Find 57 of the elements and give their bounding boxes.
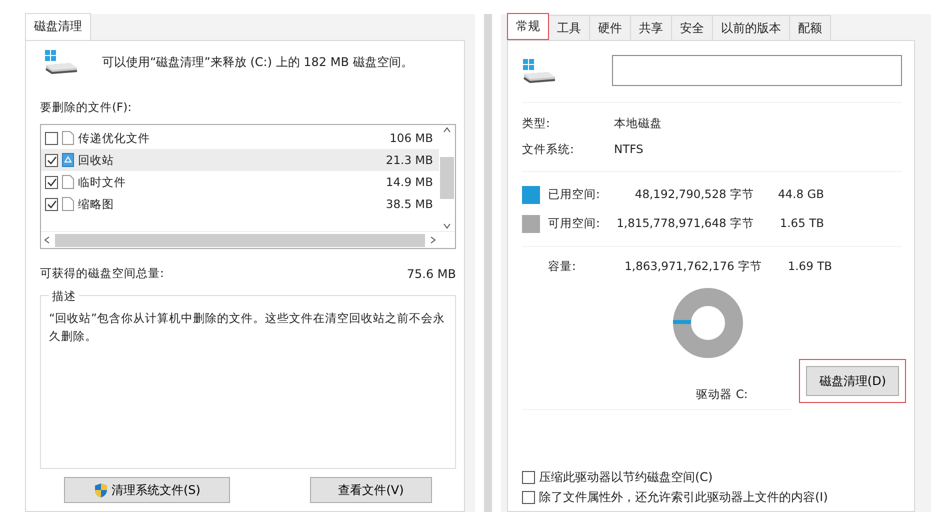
- space-bytes: 48,192,790,528 字节: [634, 186, 754, 203]
- tab[interactable]: 磁盘清理: [25, 13, 91, 40]
- capacity-bytes: 1,863,971,762,176 字节: [624, 258, 762, 276]
- file-size: 38.5 MB: [386, 196, 433, 213]
- list-row[interactable]: 回收站 21.3 MB: [41, 149, 439, 172]
- file-size: 14.9 MB: [386, 174, 433, 191]
- tab[interactable]: 常规: [507, 13, 549, 40]
- total-label: 可获得的磁盘空间总量:: [40, 265, 164, 282]
- checkbox[interactable]: [45, 132, 58, 145]
- field-label: 类型:: [522, 115, 551, 132]
- checkbox[interactable]: [45, 154, 58, 167]
- file-size: 21.3 MB: [386, 152, 433, 169]
- drive-icon: [44, 49, 78, 75]
- drive-label: 驱动器 C:: [695, 386, 749, 403]
- file-icon: [62, 175, 74, 190]
- file-icon: [62, 197, 74, 212]
- capacity-label: 容量:: [547, 258, 577, 276]
- capacity-size: 1.69 TB: [786, 258, 832, 276]
- file-name: 临时文件: [78, 174, 127, 191]
- checkbox[interactable]: [522, 490, 535, 504]
- intro-text: 可以使用“磁盘清理”来释放 (C:) 上的 182 MB 磁盘空间。: [102, 54, 413, 71]
- checkbox[interactable]: [45, 198, 58, 211]
- checkbox[interactable]: [522, 470, 535, 484]
- scroll-down-icon[interactable]: [442, 221, 452, 232]
- scrollbar[interactable]: [41, 231, 455, 248]
- field-value: 本地磁盘: [614, 115, 662, 132]
- field-value: NTFS: [614, 141, 644, 158]
- donut-drawing: [672, 287, 744, 359]
- description-text: “回收站”包含你从计算机中删除的文件。这些文件在清空回收站之前不会永久删除。: [49, 310, 446, 344]
- scrollbar[interactable]: [439, 125, 455, 232]
- file-name: 回收站: [78, 152, 115, 169]
- space-size: 44.8 GB: [776, 186, 824, 203]
- files-label: 要删除的文件(F):: [40, 99, 132, 116]
- file-name: 缩略图: [78, 196, 115, 213]
- option-label: 压缩此驱动器以节约磁盘空间(C): [539, 469, 713, 486]
- tab[interactable]: 配额: [789, 15, 831, 40]
- checkbox[interactable]: [45, 176, 58, 189]
- recycle-bin-icon: [62, 153, 74, 168]
- list-row[interactable]: 临时文件 14.9 MB: [41, 171, 439, 194]
- button[interactable]: 清理系统文件(S): [64, 477, 230, 503]
- shield-icon: [94, 482, 108, 498]
- button[interactable]: 查看文件(V): [310, 477, 432, 503]
- field-label: 文件系统:: [522, 141, 575, 158]
- drive-icon: [522, 58, 556, 84]
- file-size: 106 MB: [390, 130, 433, 147]
- option-label: 除了文件属性外，还允许索引此驱动器上文件的内容(I): [539, 489, 828, 506]
- name-field[interactable]: [612, 55, 902, 86]
- list-row[interactable]: 传递优化文件 106 MB: [41, 127, 439, 150]
- file-icon: [62, 131, 74, 146]
- space-size: 1.65 TB: [778, 214, 824, 232]
- space-label: 已用空间:: [547, 186, 601, 203]
- disk-cleanup-button[interactable]: 磁盘清理(D): [806, 366, 899, 396]
- space-bytes: 1,815,778,971,648 字节: [616, 214, 754, 232]
- file-name: 传递优化文件: [78, 130, 151, 147]
- space-label: 可用空间:: [547, 214, 601, 232]
- total-value: 75.6 MB: [406, 266, 456, 284]
- list-row[interactable]: 缩略图 38.5 MB: [41, 193, 439, 216]
